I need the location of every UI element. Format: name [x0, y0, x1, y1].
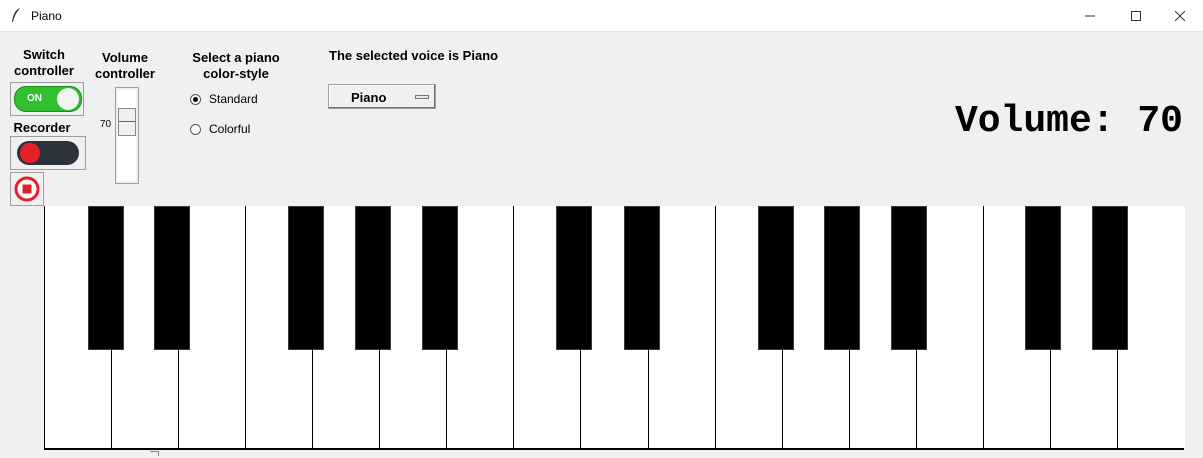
toggle-state-label: ON: [27, 93, 42, 104]
title-bar: Piano: [0, 0, 1203, 32]
black-key[interactable]: [556, 206, 592, 350]
feather-icon: [12, 8, 20, 22]
window-title: Piano: [31, 9, 62, 23]
handle-grip: [119, 121, 135, 122]
record-icon: [20, 143, 40, 163]
black-key[interactable]: [288, 206, 324, 350]
color-style-label: Select a piano color-style: [192, 50, 280, 81]
toggle-knob: [57, 88, 79, 110]
black-key[interactable]: [824, 206, 860, 350]
voice-option-menu[interactable]: Piano: [328, 84, 436, 109]
recorder-label: Recorder: [13, 120, 71, 135]
radio-standard[interactable]: Standard: [190, 92, 258, 106]
radio-unselected-icon: [190, 123, 201, 135]
minimize-icon: [1085, 15, 1095, 16]
black-key[interactable]: [88, 206, 124, 350]
minimize-button[interactable]: [1067, 0, 1113, 31]
close-button[interactable]: [1157, 0, 1203, 31]
radio-colorful-label: Colorful: [209, 122, 251, 136]
radio-colorful[interactable]: Colorful: [190, 122, 250, 136]
voice-menu-value: Piano: [351, 90, 387, 105]
black-key[interactable]: [891, 206, 927, 350]
switch-controller-toggle[interactable]: ON: [10, 82, 84, 116]
selected-voice-label: The selected voice is Piano: [329, 48, 499, 63]
volume-slider-handle[interactable]: [118, 108, 136, 136]
volume-controller-label: Volume controller: [95, 50, 155, 81]
volume-slider-value: 70: [100, 119, 112, 130]
black-key[interactable]: [758, 206, 794, 350]
piano-keyboard: [44, 206, 1185, 450]
radio-standard-label: Standard: [209, 92, 258, 106]
switch-controller-label: Switch controller: [14, 47, 74, 78]
black-key[interactable]: [422, 206, 458, 350]
size-grip[interactable]: [150, 451, 159, 456]
record-track: [17, 141, 79, 165]
stop-icon: [14, 176, 40, 202]
black-key[interactable]: [624, 206, 660, 350]
volume-display: Volume: 70: [954, 100, 1183, 143]
black-key[interactable]: [1025, 206, 1061, 350]
toggle-track: ON: [14, 86, 82, 112]
piano-bottom-edge: [44, 448, 1184, 450]
volume-slider[interactable]: [115, 87, 139, 184]
option-menu-indicator-icon: [415, 95, 429, 99]
black-key[interactable]: [1092, 206, 1128, 350]
black-key[interactable]: [355, 206, 391, 350]
black-key[interactable]: [154, 206, 190, 350]
maximize-icon: [1131, 10, 1141, 21]
record-toggle[interactable]: [10, 136, 86, 170]
radio-selected-icon: [190, 93, 201, 105]
close-icon: [1175, 10, 1185, 21]
stop-button[interactable]: [10, 172, 44, 206]
maximize-button[interactable]: [1113, 0, 1159, 31]
